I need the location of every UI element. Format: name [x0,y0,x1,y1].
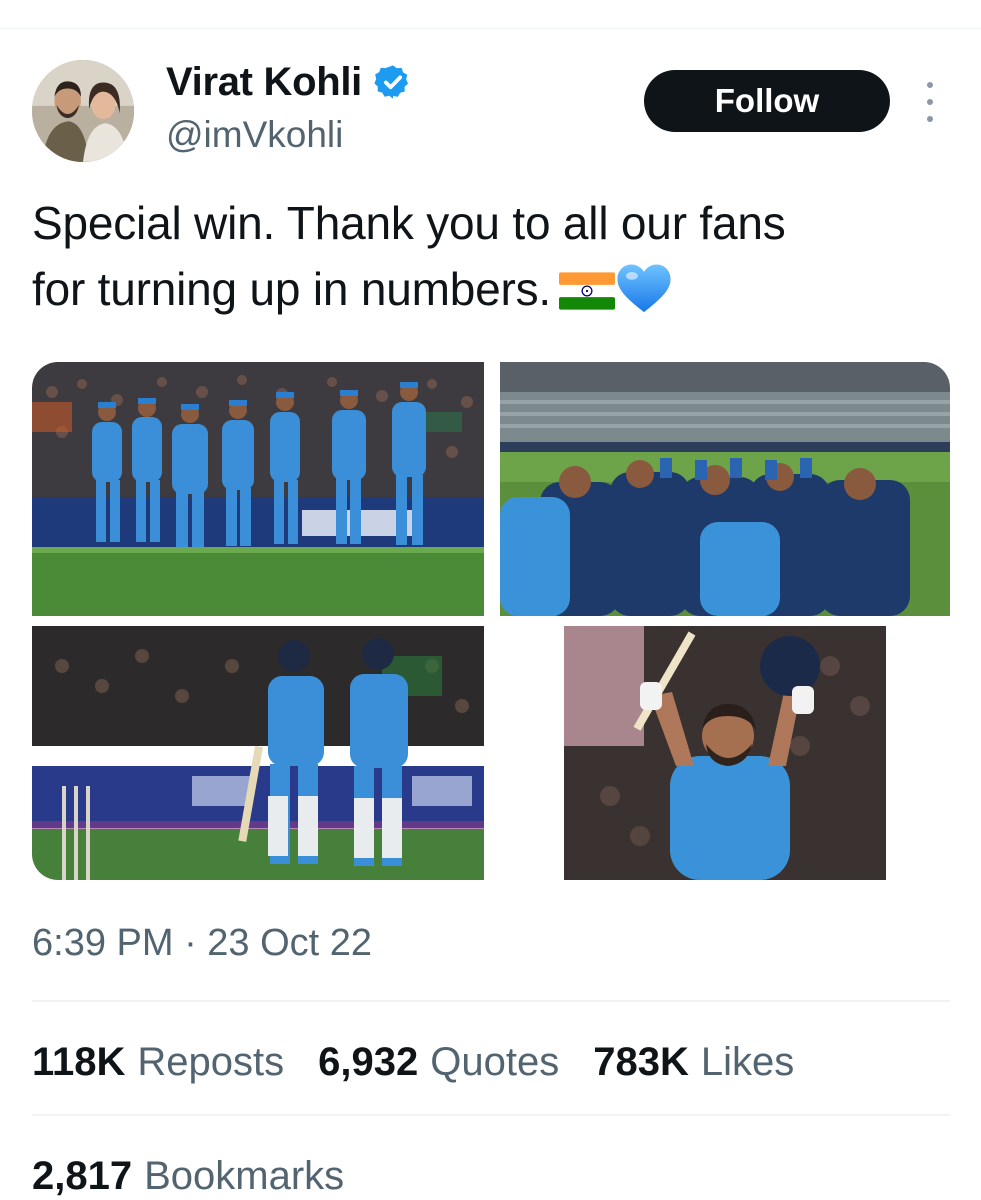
reposts-label: Reposts [137,1040,285,1084]
media-grid [32,362,950,880]
author-name-row: Virat Kohli [166,60,412,104]
quotes-stat[interactable]: 6,932 Quotes [318,1038,559,1086]
reposts-count: 118K [32,1040,126,1084]
bookmarks-stat[interactable]: 2,817 Bookmarks [32,1152,344,1200]
verified-badge-icon [374,65,409,99]
team-celebration-photo[interactable] [32,362,484,616]
team-huddle-photo[interactable] [500,362,950,616]
bookmarks-label: Bookmarks [144,1154,345,1198]
more-vertical-icon[interactable] [920,82,940,122]
author-handle[interactable]: @imVkohli [166,114,343,156]
tweet-timestamp[interactable]: 6:39 PM · 23 Oct 22 [32,920,372,966]
author-display-name[interactable]: Virat Kohli [166,60,362,104]
avatar[interactable] [32,60,134,162]
blue-heart-icon [615,261,673,315]
follow-button[interactable]: Follow [644,70,890,132]
likes-count: 783K [593,1040,689,1084]
engagement-stats: 118K Reposts 6,932 Quotes 783K Likes [32,1038,794,1086]
india-flag-icon [558,271,615,311]
likes-label: Likes [700,1040,795,1084]
divider [32,1114,950,1116]
likes-stat[interactable]: 783K Likes [593,1038,794,1086]
quotes-label: Quotes [430,1040,560,1084]
top-divider [0,28,981,29]
quotes-count: 6,932 [318,1040,419,1084]
bookmarks-count: 2,817 [32,1154,133,1198]
tweet-text-line-2: for turning up in numbers. [32,263,551,315]
kohli-celebration-photo[interactable] [500,626,950,880]
batters-walking-photo[interactable] [32,626,484,880]
tweet-text-line-1: Special win. Thank you to all our fans [32,197,786,249]
tweet-text: Special win. Thank you to all our fans f… [32,190,952,322]
reposts-stat[interactable]: 118K Reposts [32,1038,284,1086]
divider [32,1000,950,1002]
